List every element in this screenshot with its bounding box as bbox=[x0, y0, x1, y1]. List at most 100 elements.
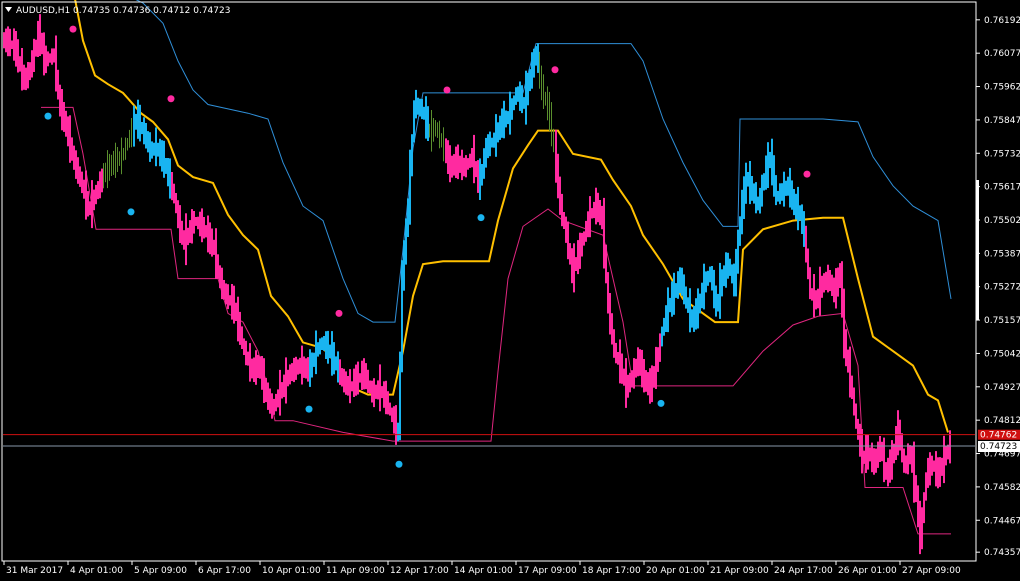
price-bar bbox=[815, 290, 817, 310]
price-bar bbox=[181, 220, 183, 245]
price-bar bbox=[723, 265, 725, 287]
price-bar bbox=[141, 122, 143, 135]
price-bar bbox=[291, 363, 293, 382]
price-bar bbox=[787, 176, 789, 196]
x-tick-label: 31 Mar 2017 bbox=[6, 566, 63, 576]
price-bar bbox=[593, 201, 595, 219]
y-tick-label: 0.75272 bbox=[984, 283, 1020, 293]
price-bar bbox=[613, 329, 615, 358]
price-bar bbox=[941, 457, 943, 476]
price-bar bbox=[433, 118, 434, 142]
price-bar bbox=[323, 336, 325, 351]
x-tick-label: 17 Apr 09:00 bbox=[518, 566, 577, 576]
price-bar bbox=[97, 181, 99, 200]
price-bar bbox=[573, 243, 575, 293]
sell-signal-dot bbox=[69, 25, 77, 33]
price-bar bbox=[829, 270, 831, 292]
price-bar bbox=[545, 91, 546, 106]
price-bar bbox=[325, 331, 327, 359]
price-bar bbox=[733, 263, 735, 297]
price-bar bbox=[649, 368, 651, 404]
price-bar bbox=[389, 402, 391, 416]
price-bar bbox=[557, 153, 559, 199]
price-bar bbox=[287, 369, 289, 387]
price-bar bbox=[579, 232, 581, 269]
price-bar bbox=[731, 264, 733, 284]
price-bar bbox=[195, 217, 197, 226]
price-bar bbox=[495, 114, 497, 157]
price-bar bbox=[285, 357, 287, 404]
price-bar bbox=[525, 70, 527, 125]
price-bar bbox=[681, 267, 683, 296]
price-bar bbox=[947, 444, 949, 460]
price-bar bbox=[475, 161, 477, 178]
price-bar bbox=[33, 38, 35, 72]
price-bar bbox=[231, 284, 233, 320]
price-bar bbox=[415, 89, 417, 119]
price-bar bbox=[267, 382, 269, 410]
price-bar bbox=[703, 263, 705, 310]
price-bar bbox=[881, 441, 883, 462]
price-bar bbox=[135, 113, 137, 130]
price-bar bbox=[85, 170, 87, 220]
x-tick-label: 10 Apr 01:00 bbox=[262, 566, 321, 576]
price-bar bbox=[63, 102, 65, 132]
price-bar bbox=[401, 260, 403, 373]
price-bar bbox=[839, 263, 841, 288]
price-bar bbox=[497, 122, 499, 143]
price-bar bbox=[9, 28, 11, 57]
price-bar bbox=[615, 342, 617, 364]
price-bar bbox=[903, 448, 905, 473]
price-bar bbox=[541, 65, 542, 101]
buy-signal-dot bbox=[477, 214, 485, 222]
price-bar bbox=[271, 393, 273, 419]
price-bar bbox=[543, 74, 544, 109]
price-bar bbox=[789, 167, 791, 208]
price-bar bbox=[343, 368, 345, 393]
price-bar bbox=[895, 426, 897, 460]
price-bar bbox=[221, 267, 223, 300]
price-bar bbox=[235, 302, 237, 321]
y-tick-label: 0.75732 bbox=[984, 149, 1020, 159]
price-bar bbox=[413, 100, 415, 143]
price-bar bbox=[595, 187, 597, 225]
price-bar bbox=[477, 160, 479, 193]
buy-signal-dot bbox=[127, 208, 135, 216]
price-bar bbox=[223, 280, 225, 300]
y-tick-label: 0.75042 bbox=[984, 349, 1020, 359]
price-bar bbox=[781, 183, 783, 201]
price-bar bbox=[933, 460, 935, 472]
price-bar bbox=[627, 374, 629, 398]
price-bar bbox=[919, 500, 921, 555]
price-bar bbox=[635, 358, 637, 378]
price-bar bbox=[243, 338, 245, 355]
price-bar bbox=[677, 271, 679, 299]
price-bar bbox=[775, 175, 777, 206]
price-bar bbox=[841, 261, 843, 318]
chart-header[interactable]: AUDUSD,H1 0.74735 0.74736 0.74712 0.7472… bbox=[5, 6, 230, 16]
price-bar bbox=[523, 97, 525, 109]
price-bar bbox=[857, 418, 859, 440]
price-chart[interactable]: 0.76192 0.76077 0.75962 0.75847 0.75732 0.756… bbox=[0, 0, 1020, 581]
scroll-handle[interactable] bbox=[976, 180, 979, 320]
price-bar bbox=[177, 200, 179, 229]
price-bar bbox=[469, 153, 471, 168]
price-bar bbox=[539, 51, 540, 89]
price-bar bbox=[247, 351, 249, 366]
price-bar bbox=[103, 163, 104, 189]
price-bar bbox=[31, 50, 33, 78]
price-bar bbox=[149, 132, 151, 162]
price-bar bbox=[639, 349, 641, 376]
price-bar bbox=[289, 364, 291, 385]
price-bar bbox=[71, 137, 73, 161]
price-bar bbox=[455, 146, 457, 178]
price-bar bbox=[813, 274, 815, 318]
y-tick-label: 0.75387 bbox=[984, 249, 1020, 259]
y-tick-label: 0.75962 bbox=[984, 83, 1020, 93]
price-bar bbox=[319, 338, 321, 355]
symbol-timeframe: AUDUSD,H1 bbox=[16, 6, 70, 16]
price-bar bbox=[367, 369, 369, 393]
price-bar bbox=[321, 337, 323, 350]
price-bar bbox=[123, 147, 124, 161]
price-bar bbox=[805, 225, 807, 263]
